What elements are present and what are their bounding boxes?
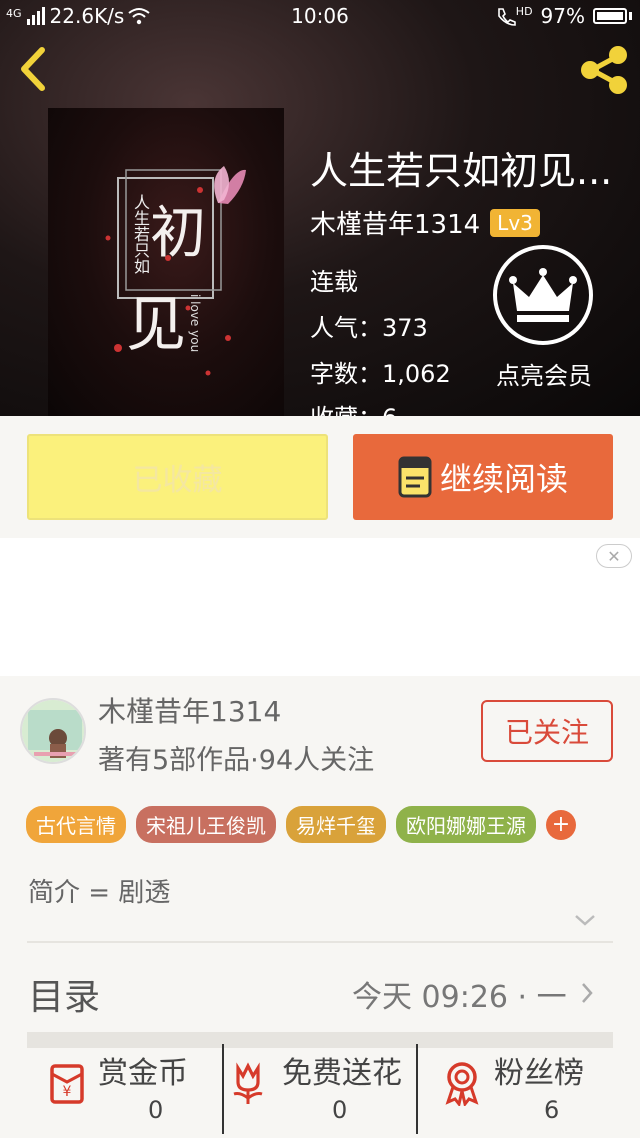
status-right: HD 97% [496, 4, 632, 28]
continue-reading-label: 继续阅读 [439, 460, 568, 498]
fan-ranking-label: 粉丝榜 [494, 1056, 584, 1091]
phone-hd-icon [497, 8, 516, 26]
action-buttons: 已收藏 继续阅读 [0, 416, 640, 538]
section-separator [27, 1032, 613, 1048]
tag-item[interactable]: 欧阳娜娜王源 [396, 806, 536, 843]
cover-big-char-2: 见 [126, 290, 186, 360]
book-cover[interactable]: 人生若只如 初 见 i love you [48, 108, 284, 416]
medal-icon [445, 1062, 479, 1106]
chevron-right-icon[interactable] [580, 982, 594, 1004]
member-button[interactable] [493, 245, 593, 345]
favorite-button[interactable]: 已收藏 [27, 434, 328, 520]
toc-label[interactable]: 目录 [28, 968, 100, 1020]
avatar[interactable] [20, 698, 86, 764]
follow-button-label: 已关注 [504, 716, 589, 749]
follow-button[interactable]: 已关注 [481, 700, 613, 762]
words-row: 字数：1,062 [310, 354, 451, 389]
book-status: 连载 [310, 268, 358, 296]
close-icon: ✕ [607, 546, 621, 566]
crown-icon [509, 268, 577, 322]
reward-coins-button[interactable]: ¥ 赏金币 0 [44, 1048, 224, 1138]
favorites-label: 收藏： [310, 404, 382, 416]
toc-update-time[interactable]: 今天 09:26 · 一 [352, 972, 567, 1016]
battery-tip [629, 12, 632, 20]
intro-text: 简介 = 剧透 [28, 878, 171, 908]
interaction-row: ¥ 赏金币 0 免费送花 0 粉丝榜 6 [0, 1044, 640, 1138]
divider [222, 1044, 224, 1134]
svg-text:¥: ¥ [63, 1084, 72, 1100]
tag-list: 古代言情 宋祖儿王俊凯 易烊千玺 欧阳娜娜王源 + [26, 806, 576, 843]
cover-small-text: 人生若只如 [131, 194, 150, 274]
favorite-button-label: 已收藏 [132, 463, 223, 498]
send-flower-button[interactable]: 免费送花 0 [228, 1048, 418, 1138]
fan-ranking-button[interactable]: 粉丝榜 6 [440, 1048, 630, 1138]
battery-level: 97% [540, 4, 585, 28]
book-title: 人生若只如初见... [310, 149, 613, 193]
popularity-row: 人气：373 [310, 308, 428, 343]
share-icon [581, 46, 627, 94]
cover-big-char-1: 初 [150, 201, 206, 266]
words-value: 1,062 [382, 360, 451, 388]
red-envelope-icon: ¥ [50, 1064, 84, 1104]
author-name: 木槿昔年1314 [310, 210, 481, 240]
back-button[interactable] [14, 46, 54, 92]
tag-item[interactable]: 宋祖儿王俊凯 [136, 806, 276, 843]
chevron-down-icon[interactable] [574, 912, 596, 928]
send-flower-count: 0 [332, 1096, 348, 1124]
reward-coins-count: 0 [148, 1096, 164, 1124]
flower-icon [233, 1062, 263, 1104]
ad-banner: ✕ [0, 538, 640, 676]
book-detail-page: 4G 22.6K/s 10:06 HD 97% 人生若只如 初 见 i love… [0, 0, 640, 1138]
avatar-image [22, 700, 84, 762]
popularity-label: 人气： [310, 314, 382, 342]
book-icon [398, 456, 432, 498]
favorites-value: 6 [382, 404, 397, 416]
divider [27, 941, 613, 943]
battery-icon [593, 8, 627, 24]
author-line[interactable]: 木槿昔年1314 Lv3 [310, 204, 540, 241]
favorites-row: 收藏：6 [310, 398, 397, 416]
fan-ranking-count: 6 [544, 1096, 560, 1124]
ad-close-button[interactable]: ✕ [596, 544, 632, 568]
author-profile-name[interactable]: 木槿昔年1314 [98, 690, 281, 730]
reward-coins-label: 赏金币 [98, 1056, 188, 1091]
send-flower-label: 免费送花 [282, 1056, 402, 1091]
hd-label: HD [515, 4, 533, 18]
tag-item[interactable]: 易烊千玺 [286, 806, 386, 843]
chevron-left-icon [21, 47, 45, 91]
level-badge: Lv3 [490, 208, 540, 237]
popularity-value: 373 [382, 314, 428, 342]
status-bar: 4G 22.6K/s 10:06 HD 97% [0, 0, 640, 34]
member-label[interactable]: 点亮会员 [480, 356, 608, 391]
share-button[interactable] [578, 44, 630, 96]
author-section: 木槿昔年1314 著有5部作品·94人关注 已关注 古代言情 宋祖儿王俊凯 易烊… [0, 676, 640, 1138]
author-stats: 著有5部作品·94人关注 [98, 745, 375, 776]
divider [416, 1044, 418, 1134]
cover-side-text: i love you [188, 294, 202, 353]
words-label: 字数： [310, 360, 382, 388]
book-header: 4G 22.6K/s 10:06 HD 97% 人生若只如 初 见 i love… [0, 0, 640, 416]
continue-reading-button[interactable]: 继续阅读 [353, 434, 613, 520]
tag-more-button[interactable]: + [546, 809, 576, 840]
tag-item[interactable]: 古代言情 [26, 806, 126, 843]
